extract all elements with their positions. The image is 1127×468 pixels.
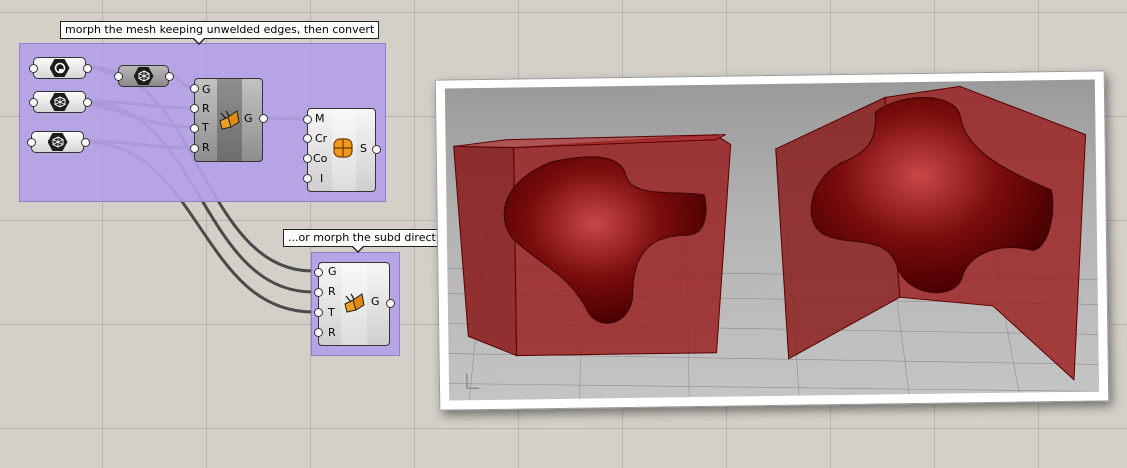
input-label: R — [202, 141, 210, 154]
input-port[interactable] — [27, 138, 36, 147]
output-label: G — [371, 295, 380, 308]
mesh-param-icon — [133, 67, 154, 85]
label-pointer-icon — [193, 38, 205, 45]
input-label: G — [202, 83, 211, 96]
input-port[interactable] — [303, 174, 312, 183]
box-morph-icon — [344, 293, 365, 313]
output-port[interactable] — [83, 98, 92, 107]
input-port[interactable] — [314, 268, 323, 277]
input-label: R — [328, 326, 336, 339]
output-port[interactable] — [259, 114, 268, 123]
mesh-param[interactable] — [118, 65, 169, 87]
input-port[interactable] — [29, 98, 38, 107]
mesh-param[interactable] — [33, 91, 86, 113]
box-morph-component[interactable]: G R T R G — [194, 78, 263, 162]
left-mold-box — [453, 145, 518, 357]
input-label: I — [320, 172, 324, 185]
input-label: T — [202, 121, 209, 134]
label-pointer-icon — [352, 246, 364, 253]
group-label-subd-morph: ...or morph the subd directly — [283, 229, 451, 253]
group-label-text: morph the mesh keeping unwelded edges, t… — [65, 23, 375, 36]
input-port[interactable] — [314, 288, 323, 297]
input-label: Co — [313, 152, 328, 165]
input-port[interactable] — [190, 124, 199, 133]
render-viewport — [444, 79, 1100, 401]
input-label: G — [328, 265, 337, 278]
group-label-mesh-morph: morph the mesh keeping unwelded edges, t… — [60, 21, 380, 45]
box-morph-component[interactable]: G R T R G — [318, 262, 390, 346]
output-port[interactable] — [386, 299, 395, 308]
input-port[interactable] — [29, 64, 38, 73]
box-morph-icon — [219, 110, 240, 130]
output-label: S — [360, 142, 367, 155]
input-port[interactable] — [190, 84, 199, 93]
input-port[interactable] — [303, 154, 312, 163]
render-image — [447, 85, 1100, 401]
mesh-param[interactable] — [31, 131, 84, 153]
input-label: M — [315, 112, 325, 125]
mesh-param-icon — [47, 133, 68, 151]
input-label: Cr — [315, 132, 328, 145]
subd-from-mesh-icon — [333, 138, 353, 158]
output-port[interactable] — [81, 138, 90, 147]
mesh-param-icon — [49, 93, 70, 111]
input-port[interactable] — [303, 115, 312, 124]
output-label: G — [244, 112, 253, 125]
input-port[interactable] — [303, 134, 312, 143]
subd-param-icon — [49, 59, 70, 77]
subd-from-mesh-component[interactable]: M Cr Co I S — [307, 108, 376, 192]
group-label-text: ...or morph the subd directly — [288, 231, 446, 244]
output-port[interactable] — [83, 64, 92, 73]
output-port[interactable] — [372, 145, 381, 154]
input-port[interactable] — [190, 144, 199, 153]
input-port[interactable] — [314, 308, 323, 317]
input-label: R — [202, 102, 210, 115]
input-port[interactable] — [190, 104, 199, 113]
output-port[interactable] — [165, 72, 174, 81]
input-label: T — [328, 306, 335, 319]
subd-param[interactable] — [33, 57, 86, 79]
viewport-preview-card — [434, 70, 1110, 411]
input-port[interactable] — [114, 72, 123, 81]
input-port[interactable] — [314, 328, 323, 337]
input-label: R — [328, 285, 336, 298]
